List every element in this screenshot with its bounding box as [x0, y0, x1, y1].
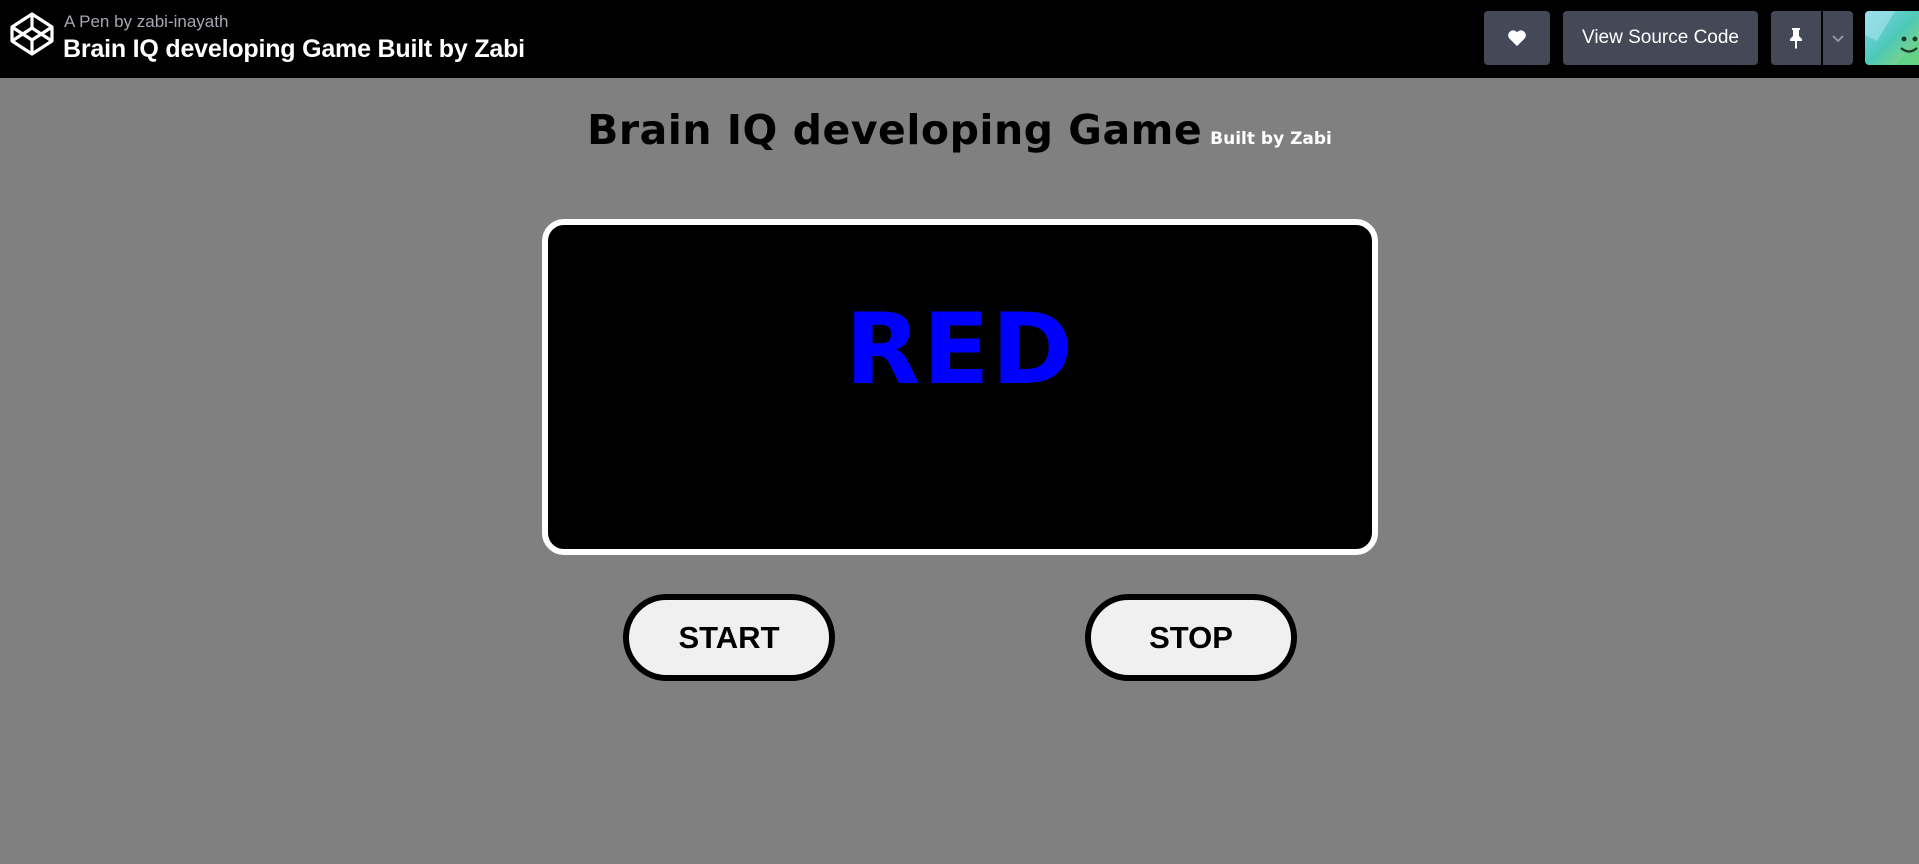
user-avatar[interactable] [1865, 11, 1919, 65]
color-word: RED [845, 293, 1075, 407]
codepen-logo-icon[interactable] [9, 11, 55, 57]
like-button[interactable] [1484, 11, 1550, 65]
pen-author[interactable]: A Pen by zabi-inayath [64, 12, 228, 32]
view-source-button[interactable]: View Source Code [1563, 11, 1758, 65]
pin-button[interactable] [1771, 11, 1821, 65]
game-title: Brain IQ developing Game [587, 106, 1203, 154]
color-display: RED [542, 219, 1378, 555]
heart-icon [1508, 30, 1526, 47]
pin-icon [1790, 28, 1802, 49]
chevron-down-icon [1832, 34, 1844, 42]
pin-menu-button[interactable] [1823, 11, 1853, 65]
start-button[interactable]: START [623, 594, 835, 681]
codepen-header: A Pen by zabi-inayath Brain IQ developin… [0, 0, 1919, 78]
pen-title: Brain IQ developing Game Built by Zabi [63, 35, 525, 63]
page-heading: Brain IQ developing Game Built by Zabi [0, 106, 1919, 154]
stop-button[interactable]: STOP [1085, 594, 1297, 681]
game-subtitle: Built by Zabi [1210, 129, 1332, 149]
